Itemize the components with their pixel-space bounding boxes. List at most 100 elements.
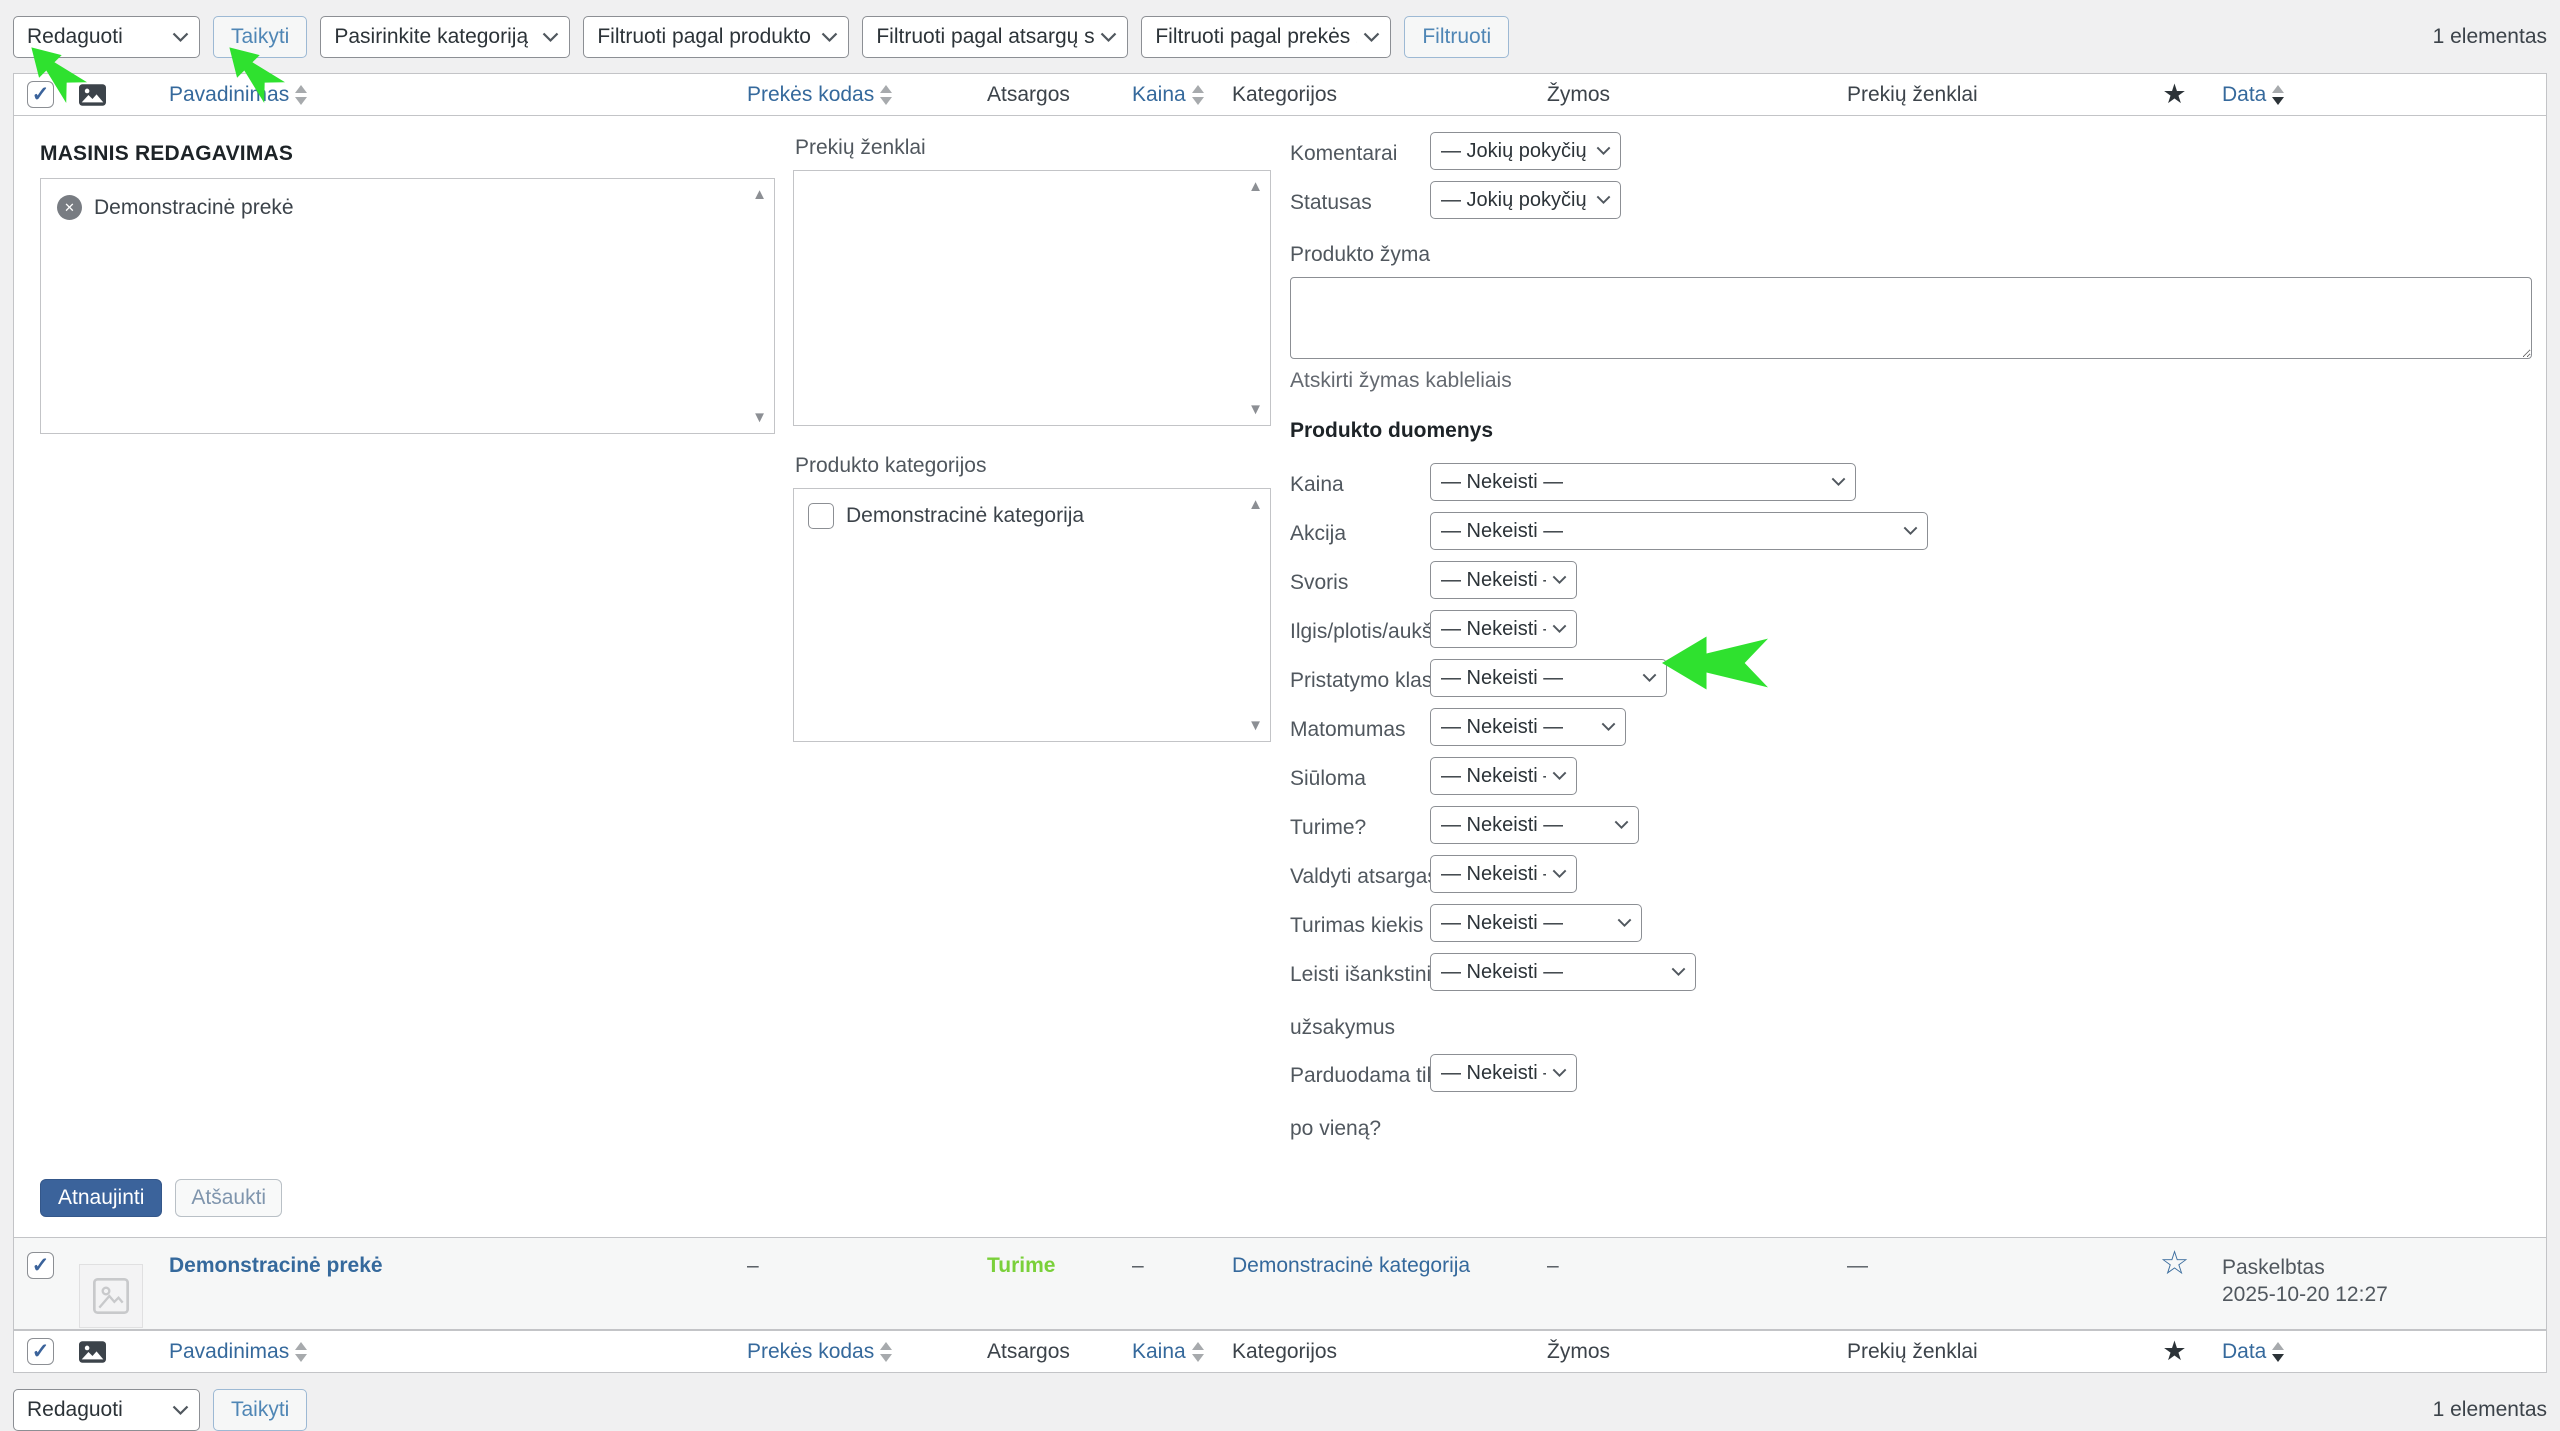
backorders-select[interactable]: — Nekeisti — (1430, 953, 1696, 991)
products-table: ✓ Pavadinimas Prekės kodas Atsargos Kain… (13, 73, 2547, 1373)
select-all-checkbox-bottom[interactable]: ✓ (27, 1338, 54, 1365)
chevron-down-icon (1596, 146, 1611, 156)
column-header-date[interactable]: Data (2212, 1340, 2546, 1364)
table-header-top: ✓ Pavadinimas Prekės kodas Atsargos Kain… (14, 74, 2546, 116)
column-header-name-link[interactable]: Pavadinimas (169, 83, 289, 107)
tag-help-text: Atskirti žymas kableliais (1290, 369, 2532, 393)
sort-arrows-icon (295, 85, 307, 105)
price-select[interactable]: — Nekeisti — (1430, 463, 1856, 501)
categories-box-label: Produkto kategorijos (795, 454, 1271, 478)
category-option: Demonstracinė kategorija (794, 489, 1270, 529)
chevron-down-icon (542, 32, 559, 43)
shipping-class-select[interactable]: — Nekeisti — (1430, 659, 1667, 697)
product-name-link[interactable]: Demonstracinė prekė (169, 1254, 383, 1277)
chevron-down-icon (1671, 967, 1686, 977)
sort-arrows-icon (1192, 85, 1204, 105)
sort-arrows-icon (880, 85, 892, 105)
remove-item-icon[interactable]: ✕ (57, 195, 82, 220)
chevron-down-icon (1617, 918, 1632, 928)
field-row-manage-stock: Valdyti atsargas? — Nekeisti — (1290, 855, 2532, 893)
select-all-checkbox[interactable]: ✓ (27, 81, 54, 108)
column-header-sku-link[interactable]: Prekės kodas (747, 1340, 874, 1364)
in-stock-select[interactable]: — Nekeisti — (1430, 806, 1639, 844)
apply-button-bottom[interactable]: Taikyti (213, 1389, 307, 1431)
weight-select[interactable]: — Nekeisti — (1430, 561, 1577, 599)
stock-status-filter-select[interactable]: Filtruoti pagal atsargų statu (862, 16, 1128, 58)
column-header-price[interactable]: Kaina (1122, 1340, 1222, 1364)
category-checkbox[interactable] (808, 503, 834, 529)
scroll-up-icon[interactable]: ▲ (1248, 497, 1263, 512)
product-tag-label: Produkto žyma (1290, 243, 2532, 267)
field-label: Svoris (1290, 568, 1430, 598)
scroll-down-icon[interactable]: ▼ (1248, 718, 1263, 733)
select-value: — Nekeisti — (1441, 1062, 1546, 1085)
product-tags: – (1537, 1238, 1837, 1278)
product-thumbnail-placeholder (79, 1264, 143, 1328)
comments-select[interactable]: — Jokių pokyčių — (1430, 132, 1621, 170)
update-button[interactable]: Atnaujinti (40, 1179, 162, 1217)
items-count-top: 1 elementas (2433, 25, 2547, 49)
scroll-up-icon[interactable]: ▲ (1248, 179, 1263, 194)
sold-individually-select[interactable]: — Nekeisti — (1430, 1054, 1577, 1092)
column-header-sku[interactable]: Prekės kodas (737, 83, 977, 107)
category-option-label: Demonstracinė kategorija (846, 504, 1084, 528)
brand-filter-select[interactable]: Filtruoti pagal prekės ženkl (1141, 16, 1391, 58)
manage-stock-select[interactable]: — Nekeisti — (1430, 855, 1577, 893)
column-header-price-link[interactable]: Kaina (1132, 83, 1186, 107)
dimensions-select[interactable]: — Nekeisti — (1430, 610, 1577, 648)
scroll-up-icon[interactable]: ▲ (752, 187, 767, 202)
field-row-price: Kaina — Nekeisti — (1290, 463, 2532, 501)
visibility-select[interactable]: — Nekeisti — (1430, 708, 1626, 746)
status-select[interactable]: — Jokių pokyčių — (1430, 181, 1621, 219)
scroll-down-icon[interactable]: ▼ (752, 410, 767, 425)
field-label: Parduodama tik (1290, 1061, 1430, 1091)
brands-listbox: ▲ ▼ (793, 170, 1271, 426)
featured-column-star-icon: ★ (2162, 81, 2186, 108)
column-header-sku[interactable]: Prekės kodas (737, 1340, 977, 1364)
chevron-down-icon (1596, 195, 1611, 205)
field-row-dimensions: Ilgis/plotis/aukštis — Nekeisti — (1290, 610, 2532, 648)
column-header-name-link[interactable]: Pavadinimas (169, 1340, 289, 1364)
column-header-name[interactable]: Pavadinimas (159, 1340, 737, 1364)
brand-filter-value: Filtruoti pagal prekės ženkl (1155, 25, 1357, 49)
stock-status: Turime (987, 1254, 1055, 1277)
row-checkbox[interactable]: ✓ (27, 1252, 54, 1279)
column-header-date-link[interactable]: Data (2222, 1340, 2266, 1364)
bulk-action-select-bottom[interactable]: Redaguoti (13, 1389, 200, 1431)
filter-button[interactable]: Filtruoti (1404, 16, 1509, 58)
column-header-date[interactable]: Data (2212, 83, 2546, 107)
select-value: — Nekeisti — (1441, 471, 1563, 494)
column-header-brands: Prekių ženklai (1837, 1340, 2137, 1364)
bulk-action-select[interactable]: Redaguoti (13, 16, 200, 58)
column-header-date-link[interactable]: Data (2222, 83, 2266, 107)
featured-select[interactable]: — Nekeisti — (1430, 757, 1577, 795)
field-label: Komentarai (1290, 139, 1430, 169)
select-value: — Nekeisti — (1441, 667, 1563, 690)
sort-arrows-icon (2272, 1342, 2284, 1362)
column-header-price[interactable]: Kaina (1122, 83, 1222, 107)
chevron-down-icon (1100, 32, 1117, 43)
category-filter-select[interactable]: Pasirinkite kategoriją (320, 16, 570, 58)
featured-toggle-star-icon[interactable]: ☆ (2160, 1246, 2190, 1279)
items-count-bottom: 1 elementas (2433, 1398, 2547, 1422)
column-header-price-link[interactable]: Kaina (1132, 1340, 1186, 1364)
product-sku: – (737, 1238, 977, 1278)
apply-button[interactable]: Taikyti (213, 16, 307, 58)
chevron-down-icon (172, 32, 189, 43)
column-header-name[interactable]: Pavadinimas (159, 83, 737, 107)
product-category-link[interactable]: Demonstracinė kategorija (1232, 1254, 1470, 1277)
selected-product-name: Demonstracinė prekė (94, 196, 294, 220)
stock-qty-select[interactable]: — Nekeisti — (1430, 904, 1642, 942)
product-brands: — (1837, 1238, 2137, 1278)
sale-select[interactable]: — Nekeisti — (1430, 512, 1928, 550)
product-tag-textarea[interactable] (1290, 277, 2532, 359)
select-value: — Jokių pokyčių — (1441, 140, 1590, 163)
column-header-tags: Žymos (1537, 83, 1837, 107)
cancel-button[interactable]: Atšaukti (175, 1179, 282, 1217)
field-label: Siūloma (1290, 764, 1430, 794)
scroll-down-icon[interactable]: ▼ (1248, 402, 1263, 417)
product-type-filter-select[interactable]: Filtruoti pagal produkto tip (583, 16, 849, 58)
column-header-sku-link[interactable]: Prekės kodas (747, 83, 874, 107)
select-value: — Nekeisti — (1441, 863, 1546, 886)
field-row-comments: Komentarai — Jokių pokyčių — (1290, 132, 2532, 170)
